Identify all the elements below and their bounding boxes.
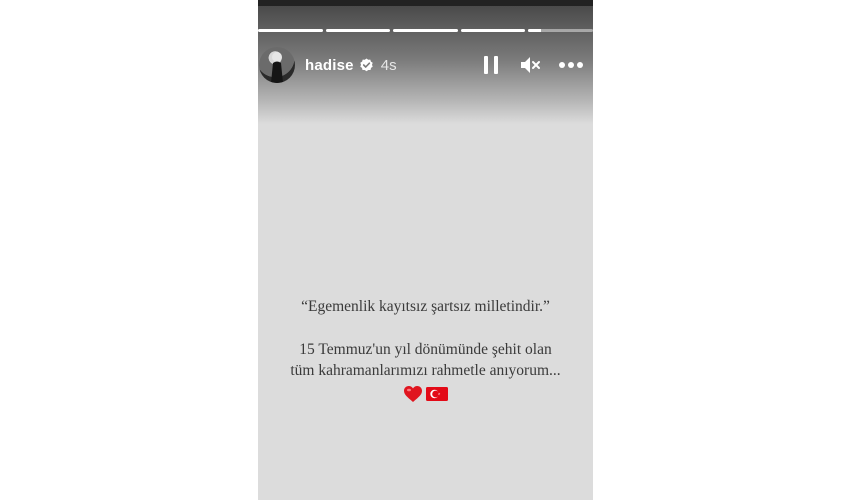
story-text-line: tüm kahramanlarımızı rahmetle anıyorum..… bbox=[290, 362, 561, 379]
emoji-row bbox=[258, 385, 593, 409]
more-icon[interactable] bbox=[557, 46, 585, 84]
story-quote: “Egemenlik kayıtsız şartsız milletindir.… bbox=[301, 298, 550, 315]
heart-icon bbox=[403, 385, 423, 409]
story-viewer[interactable]: hadise 4s “Egemenlik kayıtsız şartsız mi… bbox=[258, 0, 593, 500]
progress-segment bbox=[258, 29, 323, 32]
story-progress-bar bbox=[258, 29, 593, 32]
story-text-line: 15 Temmuz'un yıl dönümünde şehit olan bbox=[299, 341, 552, 358]
progress-segment bbox=[460, 29, 526, 32]
mute-icon[interactable] bbox=[519, 46, 543, 84]
verified-badge-icon bbox=[359, 58, 374, 73]
avatar[interactable] bbox=[259, 47, 295, 83]
story-text: “Egemenlik kayıtsız şartsız milletindir.… bbox=[258, 296, 593, 409]
story-header: hadise 4s bbox=[258, 46, 593, 84]
story-timestamp: 4s bbox=[380, 56, 397, 74]
progress-segment-current bbox=[528, 29, 593, 32]
progress-segment bbox=[393, 29, 458, 32]
turkish-flag-icon bbox=[426, 386, 448, 408]
progress-segment bbox=[325, 29, 391, 32]
pause-icon[interactable] bbox=[479, 46, 503, 84]
username[interactable]: hadise bbox=[305, 57, 354, 74]
story-controls bbox=[479, 46, 585, 84]
